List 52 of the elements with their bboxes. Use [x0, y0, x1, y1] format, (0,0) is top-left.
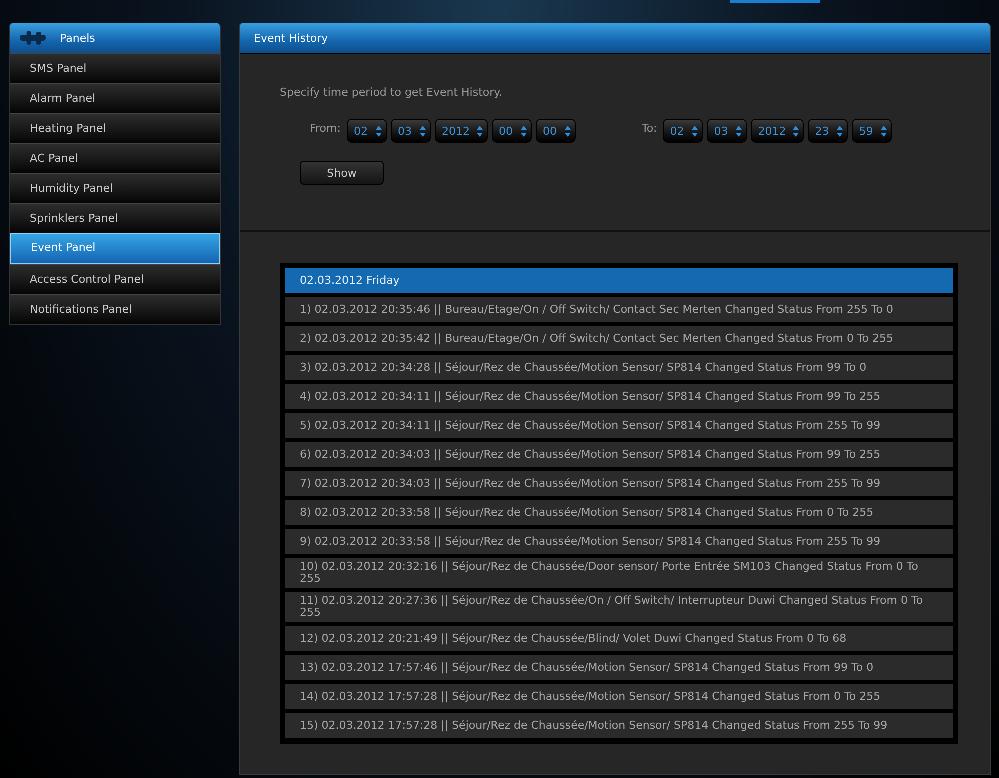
event-row: 3) 02.03.2012 20:34:28 || Séjour/Rez de Chaussée/Motion Sensor/ SP814 Changed Status From 99 To 0 [285, 355, 953, 380]
event-row: 8) 02.03.2012 20:33:58 || Séjour/Rez de Chaussée/Motion Sensor/ SP814 Changed Status From 0 To 255 [285, 500, 953, 525]
event-row: 15) 02.03.2012 17:57:28 || Séjour/Rez de Chaussée/Motion Sensor/ SP814 Changed Status From 255 To 99 [285, 713, 953, 738]
spinner-arrows-icon[interactable] [420, 126, 426, 136]
date-header: 02.03.2012 Friday [285, 268, 953, 293]
spinner-arrows-icon[interactable] [881, 126, 888, 136]
sidebar-item[interactable]: Notifications Panel [10, 294, 220, 324]
sidebar-item[interactable]: AC Panel [10, 143, 220, 173]
spinner-arrows-icon[interactable] [376, 126, 382, 136]
spinner-field[interactable]: 59 [852, 119, 892, 143]
spinner-field[interactable]: 02 [346, 119, 387, 143]
spinner-field[interactable]: 2012 [434, 119, 488, 143]
spinner-arrows-icon[interactable] [793, 126, 800, 136]
panel-title: Event History [254, 32, 328, 44]
spinner-field[interactable]: 03 [707, 119, 748, 143]
range-label: To: [642, 122, 658, 134]
spinner-arrows-icon[interactable] [564, 126, 571, 136]
event-row: 12) 02.03.2012 20:21:49 || Séjour/Rez de Chaussée/Blind/ Volet Duwi Changed Status From 0 To 68 [285, 626, 953, 651]
spinner-field[interactable]: 02 [663, 119, 704, 143]
spinner-field[interactable]: 23 [808, 119, 848, 143]
event-row: 1) 02.03.2012 20:35:46 || Bureau/Etage/On / Off Switch/ Contact Sec Merten Changed Status From 255 To 0 [285, 297, 953, 322]
sidebar-item[interactable]: Alarm Panel [10, 83, 220, 113]
sidebar-title: Panels [60, 32, 96, 44]
puzzle-icon [20, 31, 46, 45]
event-row: 4) 02.03.2012 20:34:11 || Séjour/Rez de Chaussée/Motion Sensor/ SP814 Changed Status From 99 To 255 [285, 384, 953, 409]
instruction-text: Specify time period to get Event History. [280, 86, 504, 99]
event-row: 6) 02.03.2012 20:34:03 || Séjour/Rez de Chaussée/Motion Sensor/ SP814 Changed Status From 99 To 255 [285, 442, 953, 467]
event-row: 5) 02.03.2012 20:34:11 || Séjour/Rez de Chaussée/Motion Sensor/ SP814 Changed Status From 255 To 99 [285, 413, 953, 438]
spinner-arrows-icon[interactable] [520, 126, 527, 136]
event-row: 9) 02.03.2012 20:33:58 || Séjour/Rez de Chaussée/Motion Sensor/ SP814 Changed Status From 255 To 99 [285, 529, 953, 554]
spinner-field[interactable]: 2012 [751, 119, 804, 143]
spinner-field[interactable]: 00 [536, 119, 576, 143]
spinner-arrows-icon[interactable] [692, 126, 698, 136]
sidebar-item[interactable]: Access Control Panel [10, 264, 220, 294]
event-row: 10) 02.03.2012 20:32:16 || Séjour/Rez de Chaussée/Door sensor/ Porte Entrée SM103 Changed Status From 0 To 255 [285, 558, 953, 588]
spinner-arrows-icon[interactable] [736, 126, 742, 136]
spinner-arrows-icon[interactable] [837, 126, 844, 136]
event-row: 13) 02.03.2012 17:57:46 || Séjour/Rez de Chaussée/Motion Sensor/ SP814 Changed Status From 99 To 0 [285, 655, 953, 680]
sidebar-item[interactable]: SMS Panel [10, 53, 220, 83]
event-row: 14) 02.03.2012 17:57:28 || Séjour/Rez de Chaussée/Motion Sensor/ SP814 Changed Status From 0 To 255 [285, 684, 953, 709]
spinner-field[interactable]: 03 [390, 119, 431, 143]
sidebar-item[interactable]: Heating Panel [10, 113, 220, 143]
event-row: 2) 02.03.2012 20:35:42 || Bureau/Etage/On / Off Switch/ Contact Sec Merten Changed Status From 0 To 255 [285, 326, 953, 351]
range-label: From: [310, 122, 341, 134]
sidebar-item[interactable]: Sprinklers Panel [10, 203, 220, 233]
show-button[interactable]: Show [300, 161, 384, 185]
event-row: 11) 02.03.2012 20:27:36 || Séjour/Rez de Chaussée/On / Off Switch/ Interrupteur Duwi Changed Status From 0 To 255 [285, 592, 953, 622]
event-row: 7) 02.03.2012 20:34:03 || Séjour/Rez de Chaussée/Motion Sensor/ SP814 Changed Status From 255 To 99 [285, 471, 953, 496]
sidebar-item[interactable]: Humidity Panel [10, 173, 220, 203]
spinner-arrows-icon[interactable] [476, 126, 483, 136]
sidebar-item[interactable]: Event Panel [10, 233, 220, 264]
spinner-field[interactable]: 00 [492, 119, 532, 143]
